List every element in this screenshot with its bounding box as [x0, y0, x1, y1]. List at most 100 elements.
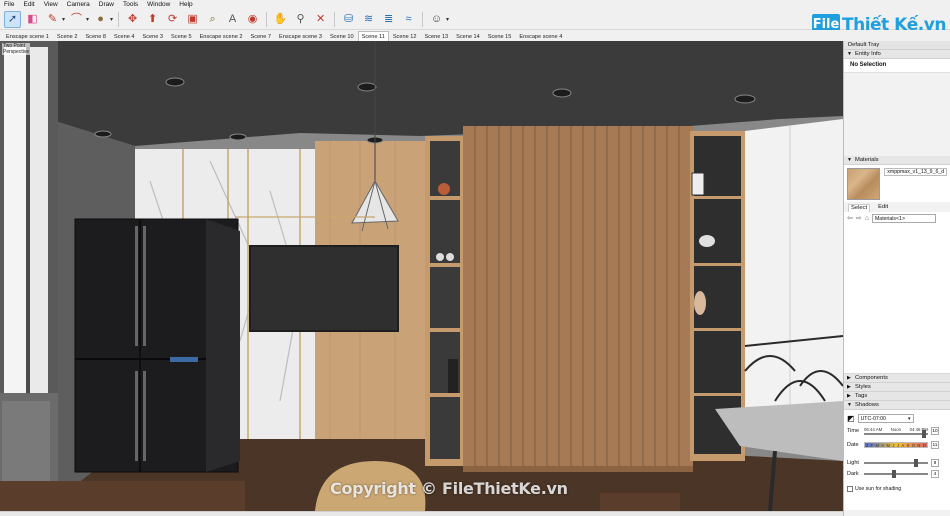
entity-info-body: No Selection — [844, 59, 950, 73]
collapse-arrow-icon: ▼ — [847, 50, 852, 57]
scene-tab[interactable]: Scene 7 — [247, 31, 276, 41]
fridge-display — [170, 357, 198, 362]
scene-tab[interactable]: Scene 2 — [53, 31, 82, 41]
scene-tab[interactable]: Scene 5 — [167, 31, 196, 41]
sandbox-icon[interactable]: ≈ — [400, 11, 417, 28]
light-slider[interactable] — [864, 458, 928, 467]
menu-tools[interactable]: Tools — [123, 0, 138, 9]
material-name-field[interactable]: xmppmax_v1_13_9_6_d — [884, 168, 947, 176]
ceiling — [55, 41, 843, 146]
zoom-extents-icon[interactable]: ✕ — [312, 11, 329, 28]
back-arrow-icon[interactable]: ⇦ — [847, 214, 853, 222]
time-slider-knob[interactable] — [922, 430, 926, 438]
arc-tool-icon[interactable]: ⌒ — [68, 11, 85, 28]
ceiling-light — [734, 94, 756, 104]
rotate-tool-icon[interactable]: ⟳ — [164, 11, 181, 28]
orbit-tool-icon[interactable]: ✋ — [272, 11, 289, 28]
ceiling-light — [165, 77, 185, 87]
ceiling-light — [229, 133, 247, 141]
forward-arrow-icon[interactable]: ⇨ — [856, 214, 862, 222]
materials-list[interactable] — [844, 224, 950, 374]
menu-help[interactable]: Help — [179, 0, 192, 9]
scene-tab[interactable]: Scene 13 — [420, 31, 452, 41]
menu-draw[interactable]: Draw — [99, 0, 114, 9]
shape-tool-icon[interactable]: ● — [92, 11, 109, 28]
scene-tabs: Enscape scene 1 Scene 2 Scene 8 Scene 4 Scen… — [0, 30, 843, 41]
scene-tab[interactable]: Enscape scene 3 — [275, 31, 326, 41]
shadow-toggle-icon[interactable]: ◩ — [847, 414, 855, 423]
toolbar-separator — [422, 11, 424, 27]
decor-vase — [438, 183, 450, 195]
dark-slider-knob[interactable] — [892, 469, 896, 478]
time-slider[interactable] — [864, 430, 928, 438]
light-slider-knob[interactable] — [914, 458, 918, 467]
move-tool-icon[interactable]: ✥ — [124, 11, 141, 28]
pushpull-tool-icon[interactable]: ⬆ — [144, 11, 161, 28]
tv-screen — [249, 245, 399, 332]
zoom-tool-icon[interactable]: ⚲ — [292, 11, 309, 28]
select-tool-icon[interactable]: ➚ — [4, 10, 21, 28]
date-value[interactable]: 11 — [931, 440, 939, 449]
material-collection-select[interactable]: Materials<1> — [871, 213, 936, 223]
dropdown-caret-icon[interactable]: ▾ — [62, 16, 65, 23]
line-tool-icon[interactable]: ✎ — [44, 11, 61, 28]
layers-icon[interactable]: ≣ — [380, 11, 397, 28]
scene-tab[interactable]: Enscape scene 1 — [2, 31, 53, 41]
menu-file[interactable]: File — [4, 0, 14, 9]
shadows-header[interactable]: ▼ Shadows — [844, 401, 950, 410]
scene-tab[interactable]: Enscape scene 4 — [515, 31, 566, 41]
month-tick: J — [892, 442, 895, 448]
time-label: Time — [847, 428, 860, 434]
scene-tab[interactable]: Scene 10 — [326, 31, 358, 41]
tape-measure-icon[interactable]: ⌕ — [204, 11, 221, 28]
text-tool-icon[interactable]: A — [224, 11, 241, 28]
scene-tab[interactable]: Enscape scene 2 — [196, 31, 247, 41]
main-toolbar: ➚ ◧ ✎ ▾ ⌒ ▾ ● ▾ ✥ ⬆ ⟳ ▣ ⌕ A ◉ ✋ ⚲ ✕ ⛁ ≋ ≣ ≈ ☺ ▾ — [0, 9, 950, 30]
month-tick: M — [875, 442, 879, 448]
use-sun-checkbox[interactable]: Use sun for shading — [847, 485, 901, 492]
scene-tab[interactable]: Scene 11 — [357, 31, 389, 41]
menu-view[interactable]: View — [44, 0, 58, 9]
eraser-tool-icon[interactable]: ◧ — [24, 11, 41, 28]
scene-tab[interactable]: Scene 3 — [139, 31, 168, 41]
warehouse-icon[interactable]: ⛁ — [340, 11, 357, 28]
scene-tab[interactable]: Scene 14 — [452, 31, 484, 41]
time-value[interactable]: 10 — [931, 427, 939, 435]
extension-icon[interactable]: ≋ — [360, 11, 377, 28]
account-icon[interactable]: ☺ — [428, 11, 445, 28]
model-viewport[interactable]: Two Point Perspective Copyright © FileTh… — [0, 41, 843, 511]
materials-header[interactable]: ▼ Materials — [844, 156, 950, 165]
light-value[interactable]: 8 — [931, 458, 939, 467]
month-tick: M — [886, 442, 891, 448]
scene-tab[interactable]: Scene 15 — [484, 31, 516, 41]
materials-preview: xmppmax_v1_13_9_6_d — [844, 165, 950, 202]
dropdown-caret-icon[interactable]: ▾ — [446, 16, 449, 23]
entity-info-header[interactable]: ▼ Entity Info — [844, 50, 950, 59]
expand-arrow-icon: ▶ — [847, 383, 851, 390]
sketchup-window: File Edit View Camera Draw Tools Window … — [0, 0, 950, 516]
scene-tab[interactable]: Scene 4 — [110, 31, 139, 41]
paint-bucket-icon[interactable]: ◉ — [244, 11, 261, 28]
tab-edit[interactable]: Edit — [876, 204, 890, 212]
menu-camera[interactable]: Camera — [67, 0, 90, 9]
menu-window[interactable]: Window — [147, 0, 170, 9]
checkbox-box[interactable] — [847, 485, 853, 492]
dark-slider[interactable] — [864, 469, 928, 478]
material-swatch[interactable] — [847, 168, 881, 200]
scene-tab[interactable]: Scene 8 — [81, 31, 110, 41]
month-tick: J — [896, 442, 899, 448]
tab-select[interactable]: Select — [848, 204, 871, 212]
fluted-cabinet — [463, 126, 693, 471]
dark-value[interactable]: 4 — [931, 469, 939, 478]
date-label: Date — [847, 441, 859, 448]
materials-nav: ⇦ ⇨ ⌂ Materials<1> — [844, 212, 950, 224]
date-slider[interactable]: JFMAMJJASOND — [864, 441, 928, 448]
offset-tool-icon[interactable]: ▣ — [184, 11, 201, 28]
menu-edit[interactable]: Edit — [23, 0, 34, 9]
dropdown-caret-icon[interactable]: ▾ — [86, 16, 89, 23]
timezone-select[interactable]: UTC-07:00 ▾ — [857, 414, 914, 423]
home-icon[interactable]: ⌂ — [865, 215, 869, 222]
dropdown-caret-icon[interactable]: ▾ — [110, 16, 113, 23]
scene-tab[interactable]: Scene 12 — [389, 31, 421, 41]
left-window-glass — [4, 47, 26, 407]
